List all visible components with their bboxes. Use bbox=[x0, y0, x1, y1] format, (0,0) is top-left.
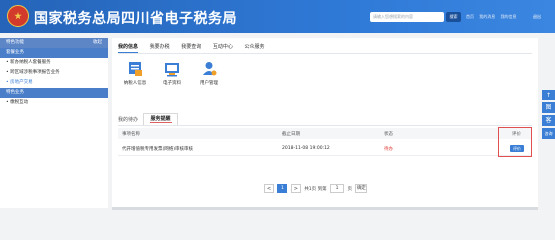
subtab-reminder[interactable]: 服务提醒 bbox=[143, 113, 178, 125]
page-unit: 页 bbox=[347, 187, 353, 192]
sidebar-collapse-button[interactable]: 收起 bbox=[93, 38, 102, 48]
sidebar-header: 特色功能 收起 bbox=[0, 38, 108, 48]
sidebar-item-cross-region[interactable]: • 跨区域涉税事项报告业务 bbox=[0, 68, 108, 78]
sidebar-item-tax-interaction[interactable]: • 缴税互动 bbox=[0, 98, 108, 108]
horizontal-scrollbar[interactable] bbox=[112, 207, 538, 210]
tab-divider bbox=[118, 53, 532, 54]
page-number-input[interactable]: 1 bbox=[330, 184, 345, 193]
user-management-icon bbox=[200, 61, 218, 77]
quick-link-taxpayer-info[interactable]: 纳税人信息 bbox=[118, 61, 152, 86]
float-tool-service-button[interactable]: 客 bbox=[542, 115, 555, 126]
sidebar-header-label: 特色功能 bbox=[6, 40, 24, 45]
sidebar-item-real-estate[interactable]: • 房地产交易 bbox=[0, 78, 108, 88]
subtab-todo[interactable]: 我的待办 bbox=[118, 117, 138, 123]
sidebar-item-new-taxpayer[interactable]: • 新办纳税人套餐服务 bbox=[0, 58, 108, 68]
evaluate-button[interactable]: 评价 bbox=[510, 145, 524, 152]
back-to-top-button[interactable]: ↑ bbox=[542, 90, 555, 100]
sidebar-group-special[interactable]: 特色业务 bbox=[0, 88, 108, 98]
row-deadline: 2018-11-08 19:00:12 bbox=[282, 146, 330, 151]
table-header bbox=[118, 128, 532, 139]
row-item-name: 代开增值税专用发票(网络)审核审核 bbox=[122, 147, 194, 152]
tab-query[interactable]: 我要查询 bbox=[181, 44, 201, 50]
sidebar-group-package[interactable]: 套餐业务 bbox=[0, 48, 108, 58]
taxpayer-info-icon bbox=[126, 61, 144, 77]
header-link-home[interactable]: 首页 bbox=[466, 14, 474, 19]
confirm-page-button[interactable]: 确定 bbox=[355, 184, 368, 193]
search-button[interactable]: 搜索 bbox=[446, 12, 461, 22]
main-tabs: 我的信息 我要办税 我要查询 互动中心 公众服务 bbox=[118, 43, 274, 53]
quick-link-user-management[interactable]: 用户管理 bbox=[192, 61, 226, 86]
row-status: 待办 bbox=[384, 147, 393, 152]
current-page[interactable]: 1 bbox=[277, 184, 288, 193]
col-header-name: 事项名称 bbox=[122, 132, 140, 137]
logout-link[interactable]: 退出 bbox=[533, 14, 541, 20]
next-page-button[interactable]: > bbox=[290, 184, 301, 193]
float-toolbar: ↑ 图 客 咨询 bbox=[542, 90, 555, 141]
quick-link-e-document[interactable]: 电子资料 bbox=[155, 61, 189, 86]
subtab-divider bbox=[118, 125, 532, 126]
top-header: 国家税务总局四川省电子税务局 请输入您想搜索的内容 搜索 首页 我的消息 我的信… bbox=[0, 0, 555, 33]
sidebar: 特色功能 收起 套餐业务 • 新办纳税人套餐服务 • 跨区域涉税事项报告业务 •… bbox=[0, 38, 108, 208]
evaluate-highlight-box bbox=[498, 127, 532, 157]
total-pages: 共1页 bbox=[304, 187, 317, 192]
main-panel: 我的信息 我要办税 我要查询 互动中心 公众服务 纳税人信息 电子资料 用户管理 bbox=[112, 38, 538, 208]
tab-public-service[interactable]: 公众服务 bbox=[244, 44, 264, 50]
tab-tax-handling[interactable]: 我要办税 bbox=[150, 44, 170, 50]
site-title: 国家税务总局四川省电子税务局 bbox=[34, 11, 237, 27]
tax-emblem-icon bbox=[7, 5, 29, 27]
e-document-icon bbox=[163, 61, 181, 77]
header-link-messages[interactable]: 我的消息 bbox=[479, 14, 495, 19]
header-links: 首页 我的消息 我的信息 bbox=[466, 14, 521, 20]
prev-page-button[interactable]: < bbox=[264, 184, 274, 193]
float-tool-consult-button[interactable]: 咨询 bbox=[542, 128, 555, 139]
col-header-status: 状态 bbox=[384, 132, 393, 137]
pagination: < 1 > 共1页 到第 1 页 确定 bbox=[264, 184, 368, 194]
row-divider bbox=[118, 155, 532, 156]
goto-label: 到第 bbox=[317, 187, 327, 192]
search-input[interactable]: 请输入您想搜索的内容 bbox=[370, 12, 444, 22]
header-link-info[interactable]: 我的信息 bbox=[501, 14, 517, 19]
tab-my-info[interactable]: 我的信息 bbox=[118, 44, 139, 53]
float-tool-chart-button[interactable]: 图 bbox=[542, 102, 555, 113]
col-header-deadline: 截止日期 bbox=[282, 132, 300, 137]
tab-interaction[interactable]: 互动中心 bbox=[213, 44, 233, 50]
